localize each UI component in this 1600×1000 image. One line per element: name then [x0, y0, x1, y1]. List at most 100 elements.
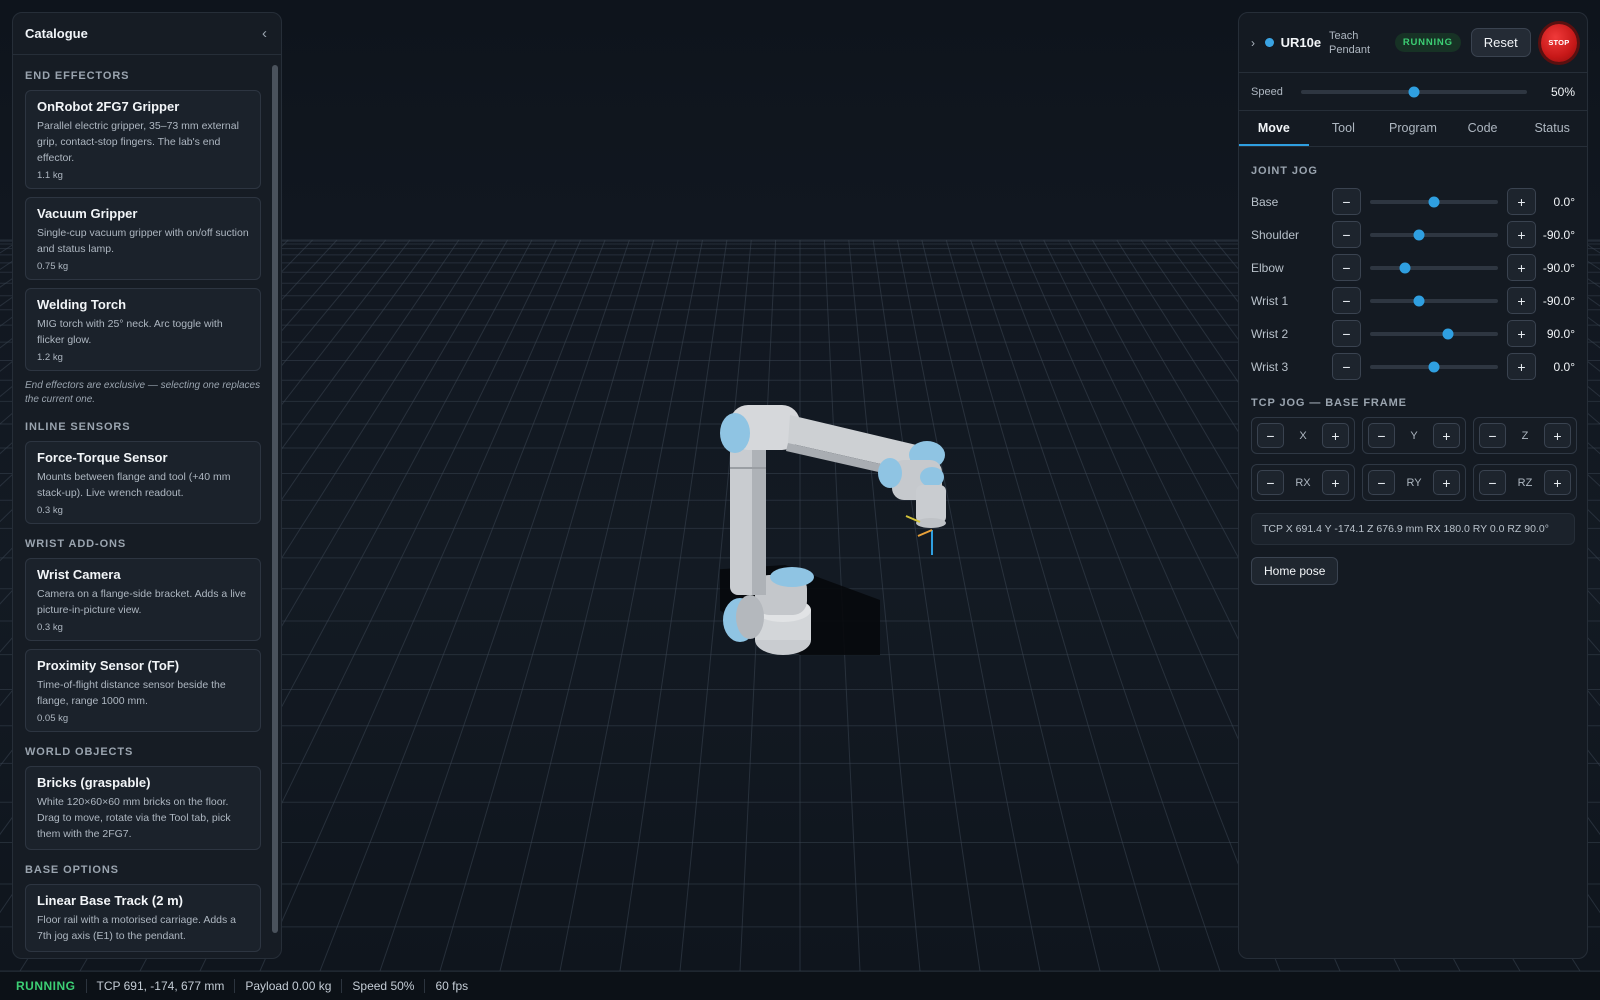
joint-minus-button[interactable]: −: [1332, 254, 1361, 281]
chevron-right-icon[interactable]: ›: [1251, 36, 1255, 50]
joint-minus-button[interactable]: −: [1332, 221, 1361, 248]
tcp-readout: TCP X 691.4 Y -174.1 Z 676.9 mm RX 180.0…: [1251, 513, 1575, 545]
tcp-minus-button[interactable]: −: [1257, 470, 1284, 495]
catalogue-panel: Catalogue ‹ END EFFECTORS OnRobot 2FG7 Gr…: [12, 12, 282, 959]
joint-row-elbow: Elbow − + -90.0°: [1239, 251, 1587, 284]
tcp-minus-button[interactable]: −: [1479, 423, 1506, 448]
tab-status[interactable]: Status: [1517, 111, 1587, 146]
catalogue-scrollbar[interactable]: [272, 65, 278, 933]
joint-plus-button[interactable]: +: [1507, 287, 1536, 314]
joint-plus-button[interactable]: +: [1507, 353, 1536, 380]
tcp-axis-label: RY: [1406, 476, 1422, 489]
pendant-tabs: Move Tool Program Code Status: [1239, 111, 1587, 147]
joint-slider[interactable]: [1370, 295, 1498, 306]
joint-slider-thumb[interactable]: [1413, 229, 1425, 240]
joint-minus-button[interactable]: −: [1332, 320, 1361, 347]
joint-row-base: Base − +0.0°: [1239, 185, 1587, 218]
teach-pendant-panel: › UR10e Teach Pendant RUNNING Reset STOP…: [1238, 12, 1588, 959]
tab-move[interactable]: Move: [1239, 111, 1309, 146]
section-heading: WRIST ADD-ONS: [25, 538, 127, 550]
tcp-jog-ry: − RY +: [1362, 464, 1466, 501]
item-name: Force-Torque Sensor: [37, 450, 168, 465]
joint-slider-thumb[interactable]: [1442, 328, 1454, 339]
status-payload: Payload 0.00 kg: [234, 979, 341, 993]
tcp-plus-button[interactable]: +: [1543, 423, 1571, 448]
home-pose-button[interactable]: Home pose: [1251, 557, 1339, 585]
tcp-minus-button[interactable]: −: [1257, 423, 1284, 448]
speed-slider[interactable]: [1301, 86, 1527, 97]
item-name: Wrist Camera: [37, 567, 121, 582]
catalogue-item-card[interactable]: Bricks (graspable) White 120×60×60 mm bri…: [25, 766, 261, 850]
catalogue-list[interactable]: END EFFECTORS OnRobot 2FG7 Gripper Paralle…: [13, 56, 267, 958]
status-state: RUNNING: [16, 979, 76, 993]
joint-slider[interactable]: [1370, 196, 1498, 207]
joint-minus-button[interactable]: −: [1332, 287, 1361, 314]
joint-plus-button[interactable]: +: [1507, 320, 1536, 347]
joint-minus-button[interactable]: −: [1332, 353, 1361, 380]
joint-slider-thumb[interactable]: [1428, 361, 1440, 372]
grid-line: [619, 239, 728, 971]
joint-minus-button[interactable]: −: [1332, 188, 1361, 215]
tcp-minus-button[interactable]: −: [1479, 470, 1506, 495]
tcp-jog-rz: − RZ +: [1473, 464, 1577, 501]
joint-plus-button[interactable]: +: [1507, 254, 1536, 281]
speed-slider-thumb[interactable]: [1408, 86, 1420, 97]
joint-plus-button[interactable]: +: [1507, 188, 1536, 215]
item-description: Floor rail with a motorised carriage. Ad…: [37, 914, 237, 942]
tcp-minus-button[interactable]: −: [1368, 470, 1395, 495]
emergency-stop-button[interactable]: STOP: [1540, 23, 1577, 62]
joint-plus-button[interactable]: +: [1507, 221, 1536, 248]
section-heading: WORLD OBJECTS: [25, 746, 134, 758]
reset-button[interactable]: Reset: [1470, 28, 1531, 57]
item-weight: 0.3 kg: [37, 622, 63, 633]
speed-label: Speed: [1251, 85, 1283, 98]
item-weight: 0.3 kg: [37, 505, 63, 516]
item-weight: 1.1 kg: [37, 170, 63, 181]
item-name: Welding Torch: [37, 297, 127, 312]
tab-code[interactable]: Code: [1448, 111, 1518, 146]
grid-line: [499, 239, 679, 971]
joint-slider-thumb[interactable]: [1399, 262, 1411, 273]
joint-value: -90.0°: [1542, 260, 1575, 275]
catalogue-item-card[interactable]: OnRobot 2FG7 Gripper Parallel electric gr…: [25, 90, 261, 189]
joint-slider[interactable]: [1370, 361, 1498, 372]
joint-name: Wrist 2: [1251, 326, 1289, 341]
tcp-plus-button[interactable]: +: [1322, 423, 1349, 448]
tab-program[interactable]: Program: [1378, 111, 1448, 146]
joint-slider[interactable]: [1370, 229, 1498, 240]
robot-model-name: UR10e: [1280, 35, 1322, 50]
tcp-plus-button[interactable]: +: [1543, 470, 1571, 495]
joint-slider[interactable]: [1370, 262, 1498, 273]
tab-tool[interactable]: Tool: [1309, 111, 1379, 146]
running-status-badge: RUNNING: [1394, 33, 1461, 52]
tcp-plus-button[interactable]: +: [1322, 470, 1349, 495]
joint-slider[interactable]: [1370, 328, 1498, 339]
tcp-axis-label: RX: [1295, 476, 1311, 489]
catalogue-item-card[interactable]: Linear Base Track (2 m) Floor rail with a…: [25, 884, 261, 952]
joint-row-wrist-2: Wrist 2 − +90.0°: [1239, 317, 1587, 350]
catalogue-item-card[interactable]: Vacuum Gripper Single-cup vacuum gripper …: [25, 197, 261, 280]
catalogue-item-card[interactable]: Welding Torch MIG torch with 25° neck. Ar…: [25, 288, 261, 371]
catalogue-item-card[interactable]: Wrist Camera Camera on a flange-side brac…: [25, 558, 261, 641]
catalogue-item-card[interactable]: Proximity Sensor (ToF) Time-of-flight dis…: [25, 649, 261, 732]
joint-slider-thumb[interactable]: [1428, 196, 1440, 207]
tcp-plus-button[interactable]: +: [1433, 470, 1460, 495]
pendant-header: › UR10e Teach Pendant RUNNING Reset STOP: [1239, 13, 1587, 73]
tcp-axis-label: Z: [1521, 429, 1529, 442]
joint-value: -90.0°: [1542, 293, 1575, 308]
chevron-left-icon[interactable]: ‹: [262, 25, 267, 42]
tcp-axis-label: Y: [1410, 429, 1418, 442]
tcp-jog-rx: − RX +: [1251, 464, 1355, 501]
robot-arm-model[interactable]: [720, 405, 980, 685]
item-weight: 0.75 kg: [37, 261, 69, 272]
joint-value: 0.0°: [1553, 359, 1575, 374]
joint-slider-thumb[interactable]: [1413, 295, 1425, 306]
catalogue-item-card[interactable]: Force-Torque Sensor Mounts between flange…: [25, 441, 261, 524]
tcp-jog-z: − Z +: [1473, 417, 1577, 454]
status-bar: RUNNING TCP 691, -174, 677 mm Payload 0.…: [0, 971, 1600, 1000]
item-description: White 120×60×60 mm bricks on the floor. …: [37, 796, 231, 840]
tcp-plus-button[interactable]: +: [1433, 423, 1460, 448]
status-fps: 60 fps: [424, 979, 478, 993]
tcp-minus-button[interactable]: −: [1368, 423, 1395, 448]
tcp-axis-label: RZ: [1517, 476, 1533, 489]
